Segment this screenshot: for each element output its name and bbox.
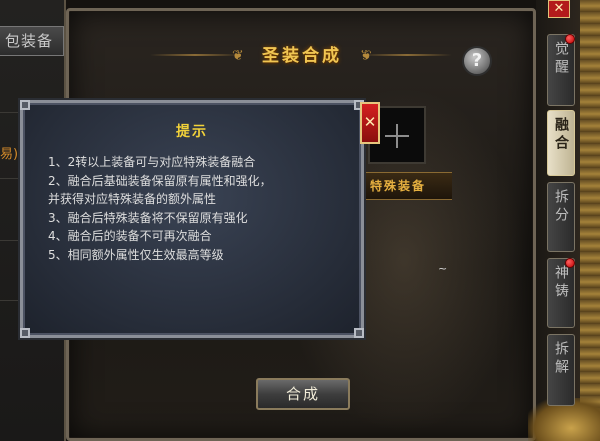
- tip-line: 并获得对应特殊装备的额外属性: [48, 192, 217, 206]
- tab-awaken[interactable]: 觉醒: [547, 34, 575, 106]
- tip-tooltip: 提示 1、2转以上装备可与对应特殊装备融合 2、融合后基础装备保留原有属性和强化…: [20, 100, 364, 338]
- title-ornament-icon: ❦: [360, 48, 372, 64]
- tooltip-title: 提示: [176, 124, 208, 140]
- alert-dot-icon: [565, 34, 575, 44]
- alert-dot-icon: [565, 258, 575, 268]
- plus-icon: [396, 124, 398, 148]
- tab-awaken-label: 觉醒: [553, 41, 569, 77]
- tab-divine-forge[interactable]: 神铸: [547, 258, 575, 328]
- tab-dismantle[interactable]: 拆解: [547, 334, 575, 406]
- tip-line: 3、融合后特殊装备将不保留原有强化: [48, 210, 248, 225]
- tooltip-corner: [20, 328, 30, 338]
- help-button[interactable]: ?: [462, 46, 492, 76]
- tab-divine-forge-label: 神铸: [553, 265, 569, 301]
- tip-list: 1、2转以上装备可与对应特殊装备融合 2、融合后基础装备保留原有属性和强化， 并…: [48, 153, 348, 264]
- tab-fusion-label: 融合: [553, 117, 569, 153]
- tooltip-close-button[interactable]: ✕: [360, 102, 380, 144]
- tooltip-corner: [354, 328, 364, 338]
- tab-split[interactable]: 拆分: [547, 182, 575, 252]
- title-ornament-icon: ❦: [232, 48, 244, 64]
- tip-line: 5、相同额外属性仅生效最高等级: [48, 247, 224, 262]
- window-close-button[interactable]: ✕: [548, 0, 570, 18]
- dragon-ornament: [580, 0, 600, 441]
- slot-marker: ~: [438, 262, 448, 275]
- title-ornament-line: [362, 54, 452, 56]
- title-ornament-line: [150, 54, 240, 56]
- tab-fusion[interactable]: 融合: [547, 110, 575, 176]
- tab-split-label: 拆分: [553, 189, 569, 225]
- tip-line: 4、融合后的装备不可再次融合: [48, 229, 212, 243]
- inventory-tab[interactable]: 包装备: [0, 26, 64, 56]
- tip-line: 2、融合后基础装备保留原有属性和强化，: [48, 173, 272, 188]
- inventory-item-fragment: 易): [0, 147, 19, 162]
- tab-dismantle-label: 拆解: [553, 341, 569, 377]
- tip-line: 1、2转以上装备可与对应特殊装备融合: [48, 155, 256, 169]
- window-title: 圣装合成: [262, 46, 342, 66]
- compose-button[interactable]: 合成: [256, 378, 350, 410]
- game-screen: 包装备 易) 1 2 ❦ ❦ 圣装合成 ? 特殊装备 ~ 合成 ✕ 觉醒 融合 …: [0, 0, 600, 441]
- tooltip-corner: [20, 100, 30, 110]
